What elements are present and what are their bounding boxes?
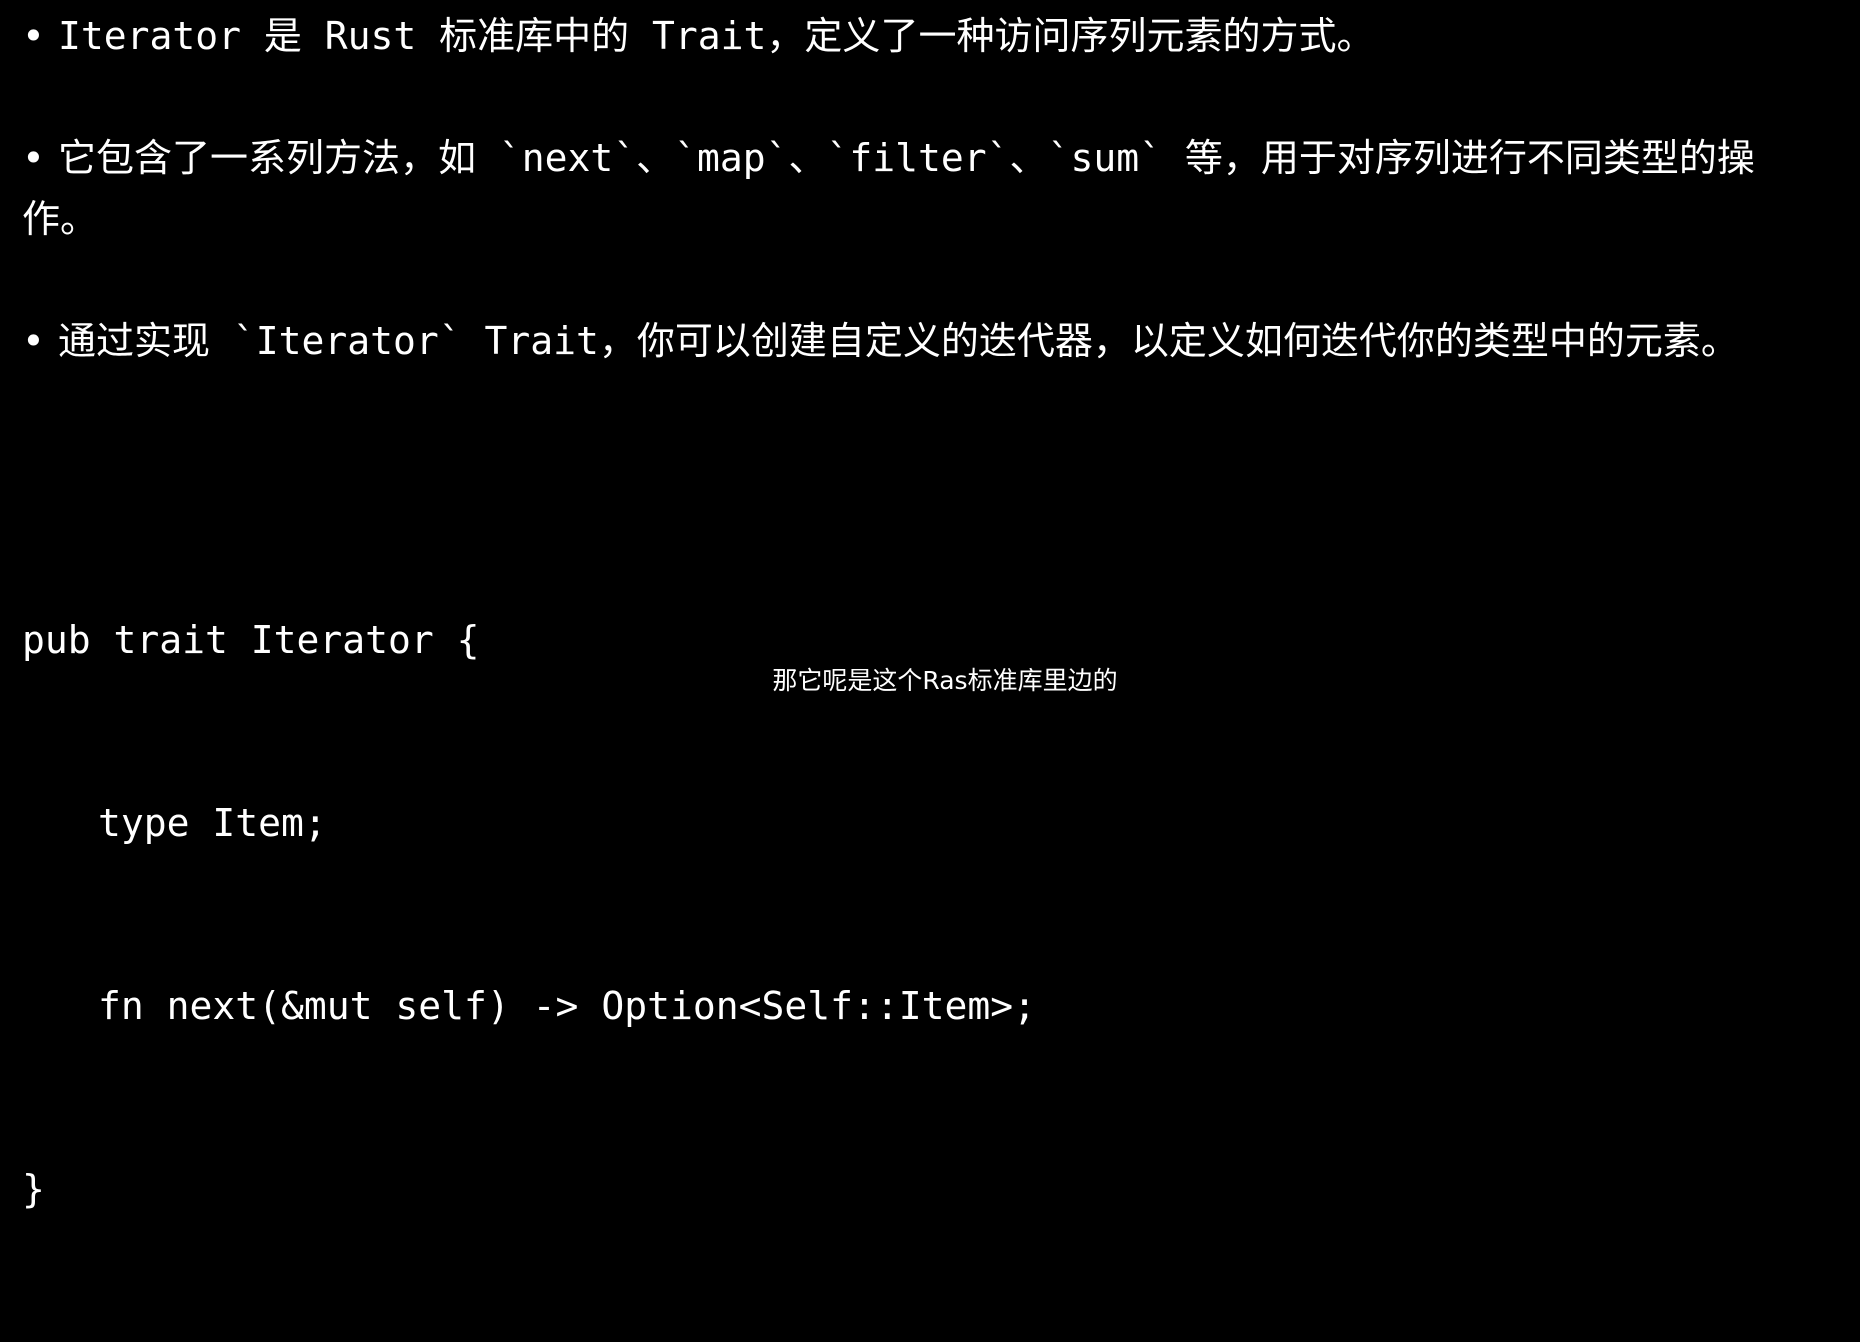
code-line: type Item; bbox=[98, 801, 327, 845]
subtitle-text: 那它呢是这个Ras标准库里边的 bbox=[772, 666, 1118, 695]
slide: • Iterator 是 Rust 标准库中的 Trait，定义了一种访问序列元… bbox=[0, 0, 1860, 1211]
bullet-item: • Iterator 是 Rust 标准库中的 Trait，定义了一种访问序列元… bbox=[22, 6, 1840, 67]
code-line: fn next(&mut self) -> Option<Self::Item>… bbox=[98, 984, 1036, 1028]
bullet-text: 它包含了一系列方法，如 `next`、`map`、`filter`、`sum` … bbox=[22, 136, 1755, 241]
video-subtitle: 那它呢是这个Ras标准库里边的 bbox=[0, 664, 1860, 698]
bullet-text: Iterator 是 Rust 标准库中的 Trait，定义了一种访问序列元素的… bbox=[58, 14, 1375, 58]
code-line: pub trait Iterator { bbox=[22, 618, 480, 662]
code-line: } bbox=[22, 1167, 45, 1211]
bullet-text: 通过实现 `Iterator` Trait，你可以创建自定义的迭代器，以定义如何… bbox=[58, 319, 1739, 363]
bullet-item: • 它包含了一系列方法，如 `next`、`map`、`filter`、`sum… bbox=[22, 128, 1840, 250]
bullet-list: • Iterator 是 Rust 标准库中的 Trait，定义了一种访问序列元… bbox=[22, 6, 1840, 433]
code-block: pub trait Iterator { type Item; fn next(… bbox=[22, 488, 1036, 1342]
bullet-item: • 通过实现 `Iterator` Trait，你可以创建自定义的迭代器，以定义… bbox=[22, 311, 1840, 372]
